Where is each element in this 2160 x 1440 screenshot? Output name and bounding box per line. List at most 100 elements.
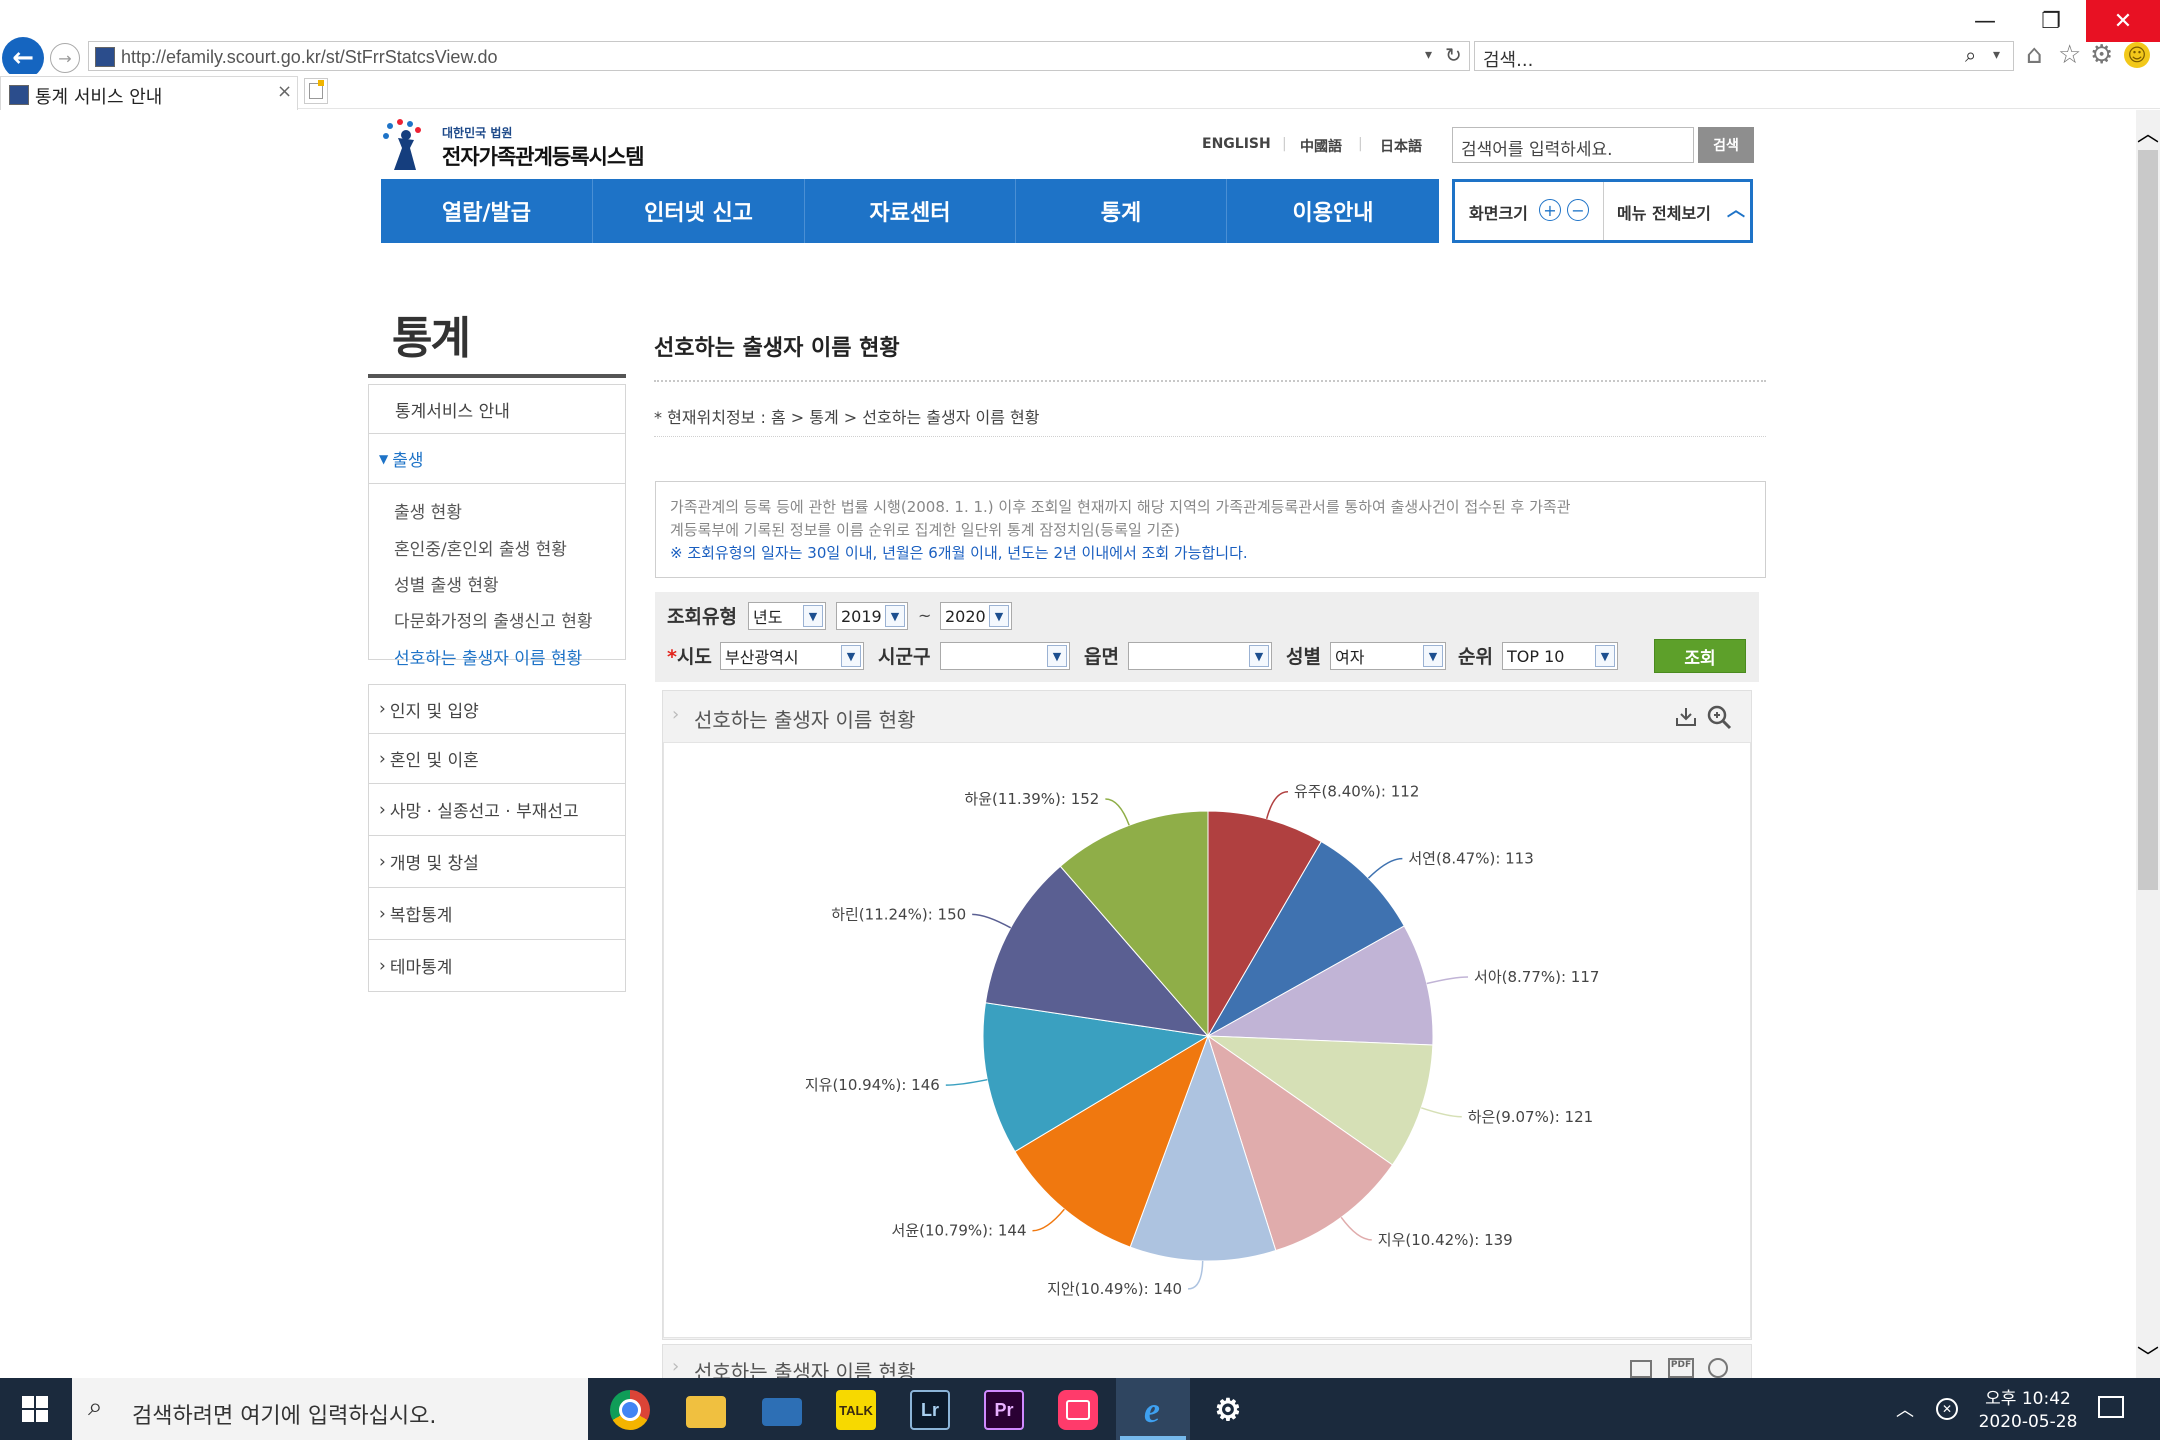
clock-time[interactable]: 오후 10:42 bbox=[1978, 1384, 2078, 1409]
sidebar-sub-multicultural[interactable]: 다문화가정의 출생신고 현황 bbox=[394, 607, 593, 632]
excel-export-icon[interactable] bbox=[1630, 1360, 1652, 1378]
pie-leader-line bbox=[1420, 1107, 1462, 1118]
court-logo-icon[interactable] bbox=[380, 118, 434, 172]
title-divider bbox=[654, 380, 1766, 382]
taskbar-search[interactable]: ⌕ 검색하려면 여기에 입력하십시오. bbox=[72, 1378, 588, 1440]
sido-select[interactable]: 부산광역시 ▼ bbox=[720, 642, 864, 670]
zoom-in-icon[interactable]: + bbox=[1539, 199, 1561, 221]
eup-select[interactable]: ▼ bbox=[1128, 642, 1272, 670]
gnb-view-issue[interactable]: 열람/발급 bbox=[381, 179, 593, 243]
settings-gear-icon[interactable]: ⚙ bbox=[2090, 40, 2113, 70]
new-tab-star bbox=[318, 80, 324, 86]
browser-search-input[interactable]: 검색... bbox=[1483, 46, 1533, 72]
sidebar-sub-preferred-names[interactable]: 선호하는 출생자 이름 현황 bbox=[394, 644, 582, 669]
gnb-guide[interactable]: 이용안내 bbox=[1227, 179, 1439, 243]
pdf-export-icon[interactable]: PDF bbox=[1668, 1358, 1694, 1378]
tray-expand-icon[interactable]: ︿ bbox=[1896, 1396, 1914, 1422]
gnb-data-center[interactable]: 자료센터 bbox=[805, 179, 1016, 243]
settings-icon[interactable]: ⚙ bbox=[1208, 1390, 1248, 1430]
site-search-input[interactable]: 검색어를 입력하세요. bbox=[1452, 127, 1694, 163]
sidebar-item-label: 인지 및 입양 bbox=[389, 701, 479, 722]
scrollbar-thumb[interactable] bbox=[2138, 150, 2158, 890]
lang-english-link[interactable]: ENGLISH bbox=[1202, 136, 1271, 152]
sidebar-item-theme[interactable]: › 테마통계 bbox=[368, 940, 626, 992]
to-year-select[interactable]: 2020 ▼ bbox=[940, 602, 1012, 630]
new-tab-button[interactable] bbox=[304, 78, 328, 104]
pie-leader-line bbox=[945, 1078, 988, 1086]
minimize-button[interactable]: — bbox=[1954, 0, 2016, 42]
network-status-icon[interactable]: ✕ bbox=[1936, 1398, 1958, 1420]
site-search-button[interactable]: 검색 bbox=[1698, 127, 1754, 163]
sidebar-sub-birth-status[interactable]: 출생 현황 bbox=[394, 498, 462, 523]
logo-title[interactable]: 전자가족관계등록시스템 bbox=[442, 141, 645, 171]
address-dropdown-icon[interactable]: ▾ bbox=[1425, 47, 1432, 63]
zoom-out-icon[interactable]: − bbox=[1567, 199, 1589, 221]
taskbar-search-input[interactable]: 검색하려면 여기에 입력하십시오. bbox=[132, 1398, 436, 1430]
sigungu-label: 시군구 bbox=[878, 646, 931, 668]
browser-tab[interactable]: 통계 서비스 안내 × bbox=[0, 76, 298, 110]
lang-japanese-link[interactable]: 日本語 bbox=[1380, 136, 1422, 156]
search-dropdown-icon[interactable]: ▾ bbox=[1993, 47, 2000, 63]
tab-close-icon[interactable]: × bbox=[277, 81, 292, 102]
sidebar-sub-marital-birth[interactable]: 혼인중/혼인외 출생 현황 bbox=[394, 535, 567, 560]
chevron-down-icon: ▼ bbox=[885, 605, 905, 627]
windows-start-icon[interactable] bbox=[20, 1394, 50, 1424]
pie-leader-line bbox=[1187, 1260, 1204, 1290]
sidebar-item-rename[interactable]: › 개명 및 창설 bbox=[368, 836, 626, 888]
home-icon[interactable]: ⌂ bbox=[2026, 40, 2043, 70]
forward-button[interactable]: → bbox=[50, 43, 80, 73]
menu-all-button[interactable]: 메뉴 전체보기 bbox=[1617, 200, 1711, 224]
search-icon[interactable]: ⌕ bbox=[1965, 43, 1976, 67]
sidebar-item-death[interactable]: › 사망 · 실종선고 · 부재선고 bbox=[368, 784, 626, 836]
browser-search-box[interactable]: 검색... ⌕ ▾ bbox=[1474, 41, 2014, 71]
lang-chinese-link[interactable]: 中國語 bbox=[1300, 136, 1342, 156]
tab-title: 통계 서비스 안내 bbox=[35, 87, 163, 108]
gender-label: 성별 bbox=[1286, 646, 1321, 668]
chevron-up-icon[interactable]: ︿ bbox=[1727, 196, 1745, 222]
sidebar-item-adoption[interactable]: › 인지 및 입양 bbox=[368, 684, 626, 734]
sidebar-sub-gender-birth[interactable]: 성별 출생 현황 bbox=[394, 571, 499, 596]
ie-icon[interactable]: e bbox=[1132, 1390, 1172, 1430]
restore-button[interactable]: ❐ bbox=[2020, 0, 2082, 42]
clock-date[interactable]: 2020-05-28 bbox=[1972, 1412, 2084, 1432]
device-icon[interactable] bbox=[762, 1398, 802, 1426]
query-type-select[interactable]: 년도 ▼ bbox=[748, 602, 826, 630]
sidebar-item-service-guide[interactable]: 통계서비스 안내 bbox=[368, 384, 626, 434]
notification-icon[interactable] bbox=[2098, 1396, 2124, 1418]
close-window-button[interactable]: ✕ bbox=[2086, 0, 2160, 42]
pie-leader-line bbox=[1340, 1216, 1372, 1241]
lightroom-icon[interactable]: Lr bbox=[910, 1390, 950, 1430]
premiere-icon[interactable]: Pr bbox=[984, 1390, 1024, 1430]
download-icon[interactable] bbox=[1674, 706, 1698, 728]
sidebar-title: 통계 bbox=[392, 313, 471, 364]
sidebar-title-underline bbox=[368, 374, 626, 378]
zoom-magnifier-icon[interactable] bbox=[1706, 704, 1732, 730]
tools-divider bbox=[1603, 182, 1604, 240]
favorites-star-icon[interactable]: ☆ bbox=[2058, 40, 2081, 70]
notice-line-2: 계등록부에 기록된 정보를 이름 순위로 집계한 일단위 통계 잠정치임(등록일… bbox=[670, 521, 1181, 539]
gender-select[interactable]: 여자 ▼ bbox=[1330, 642, 1446, 670]
gnb-statistics[interactable]: 통계 bbox=[1016, 179, 1227, 243]
zoom-magnifier-icon[interactable] bbox=[1708, 1358, 1728, 1378]
pie-leader-line bbox=[972, 913, 1012, 929]
kakaotalk-icon[interactable]: TALK bbox=[836, 1390, 876, 1430]
sidebar-item-marriage[interactable]: › 혼인 및 이혼 bbox=[368, 734, 626, 784]
app-icon[interactable] bbox=[1058, 1390, 1098, 1430]
address-bar[interactable]: http://efamily.scourt.go.kr/st/StFrrStat… bbox=[88, 41, 1470, 71]
refresh-icon[interactable]: ↻ bbox=[1445, 43, 1462, 67]
rank-select[interactable]: TOP 10 ▼ bbox=[1502, 642, 1618, 670]
chrome-icon[interactable] bbox=[610, 1390, 650, 1430]
sidebar-item-composite[interactable]: › 복합통계 bbox=[368, 888, 626, 940]
sidebar-item-birth[interactable]: ▼ 출생 bbox=[368, 434, 626, 484]
smiley-feedback-icon[interactable]: ☺ bbox=[2124, 42, 2150, 68]
sido-label-text: 시도 bbox=[676, 646, 712, 668]
file-explorer-icon[interactable] bbox=[686, 1396, 726, 1428]
scroll-up-icon[interactable]: ︿ bbox=[2136, 116, 2160, 148]
gnb-online-report[interactable]: 인터넷 신고 bbox=[593, 179, 805, 243]
chevron-down-icon: ▼ bbox=[989, 605, 1009, 627]
back-button[interactable]: ← bbox=[2, 37, 44, 79]
search-submit-button[interactable]: 조회 bbox=[1654, 639, 1746, 673]
from-year-select[interactable]: 2019 ▼ bbox=[836, 602, 908, 630]
sigungu-select[interactable]: ▼ bbox=[940, 642, 1070, 670]
scroll-down-icon[interactable]: ﹀ bbox=[2136, 1340, 2160, 1372]
